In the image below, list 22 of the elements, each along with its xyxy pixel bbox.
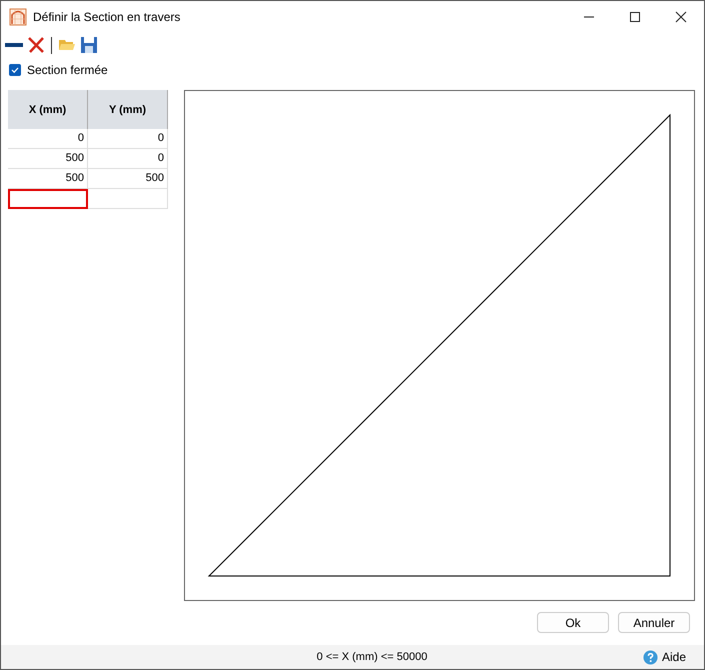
ok-button[interactable]: Ok	[537, 612, 609, 633]
closed-section-checkbox[interactable]	[9, 64, 21, 76]
window-title: Définir la Section en travers	[33, 10, 180, 24]
table-cell[interactable]: 0	[8, 129, 88, 149]
new-row-cell[interactable]	[8, 189, 88, 209]
table-cell[interactable]: 0	[88, 129, 168, 149]
table-cell[interactable]: 500	[8, 149, 88, 169]
maximize-icon[interactable]	[629, 11, 641, 23]
help-icon[interactable]	[642, 650, 658, 664]
delete-icon[interactable]	[27, 36, 45, 54]
table-cell[interactable]: 500	[88, 169, 168, 189]
column-header[interactable]: X (mm)	[8, 90, 88, 129]
app-icon	[9, 8, 27, 26]
table-cell[interactable]: 0	[88, 149, 168, 169]
column-header[interactable]: Y (mm)	[88, 90, 168, 129]
cancel-button[interactable]: Annuler	[618, 612, 690, 633]
table-cell[interactable]: 500	[8, 169, 88, 189]
help-link[interactable]: Aide	[662, 650, 686, 664]
checkbox-label: Section fermée	[27, 63, 108, 77]
save-icon[interactable]	[80, 36, 98, 54]
close-icon[interactable]	[675, 11, 687, 23]
range-text: 0 <= X (mm) <= 50000	[316, 651, 428, 663]
